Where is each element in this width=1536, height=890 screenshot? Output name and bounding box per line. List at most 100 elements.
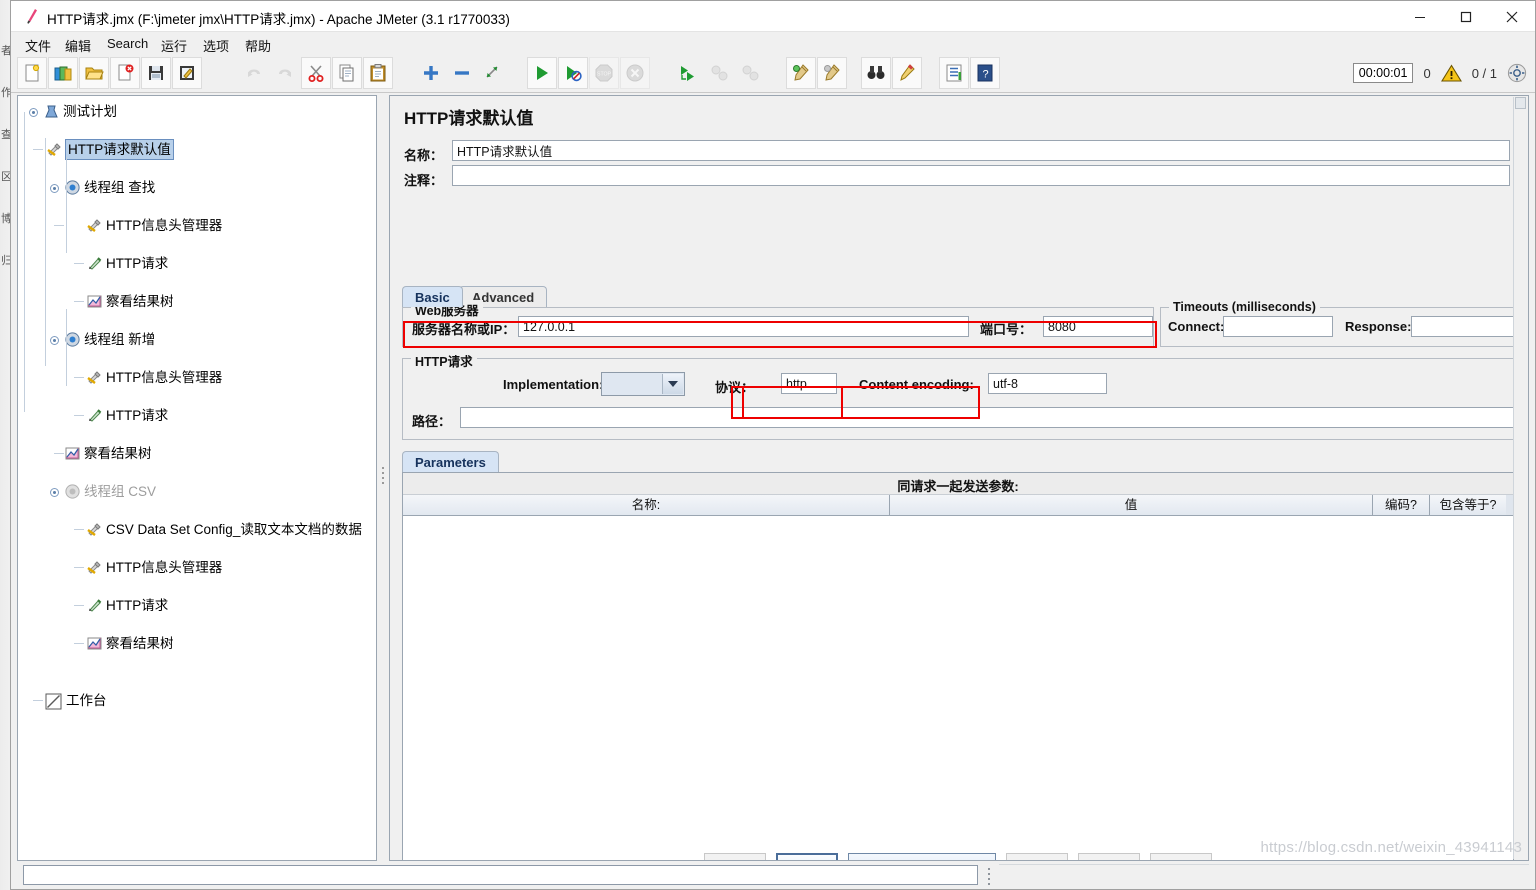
detail-button[interactable]: Detail <box>703 853 766 860</box>
menu-options[interactable]: 选项 <box>199 35 233 56</box>
remote-start-all-button[interactable] <box>673 57 703 89</box>
path-input[interactable] <box>460 407 1517 428</box>
response-label: Response: <box>1345 319 1412 334</box>
collapse-all-button[interactable] <box>447 57 477 89</box>
menu-edit[interactable]: 编辑 <box>61 35 95 56</box>
tree-node-label-disabled: 线程组 CSV <box>84 484 157 499</box>
content-encoding-input[interactable] <box>988 373 1107 394</box>
start-no-pauses-button[interactable] <box>558 57 588 89</box>
undo-button[interactable] <box>239 57 269 89</box>
listener-chart-icon <box>87 295 102 308</box>
tree-node-view-results-3[interactable]: 察看结果树 <box>26 634 376 653</box>
column-header-value[interactable]: 值 <box>890 495 1373 515</box>
server-input[interactable] <box>518 316 969 337</box>
add-from-clipboard-button[interactable]: Add from Clipboard <box>847 853 997 860</box>
close-button-tool[interactable] <box>110 57 140 89</box>
templates-button[interactable] <box>48 57 78 89</box>
tree-expander-test-plan[interactable] <box>29 108 38 117</box>
clear-all-button[interactable] <box>817 57 847 89</box>
bottom-text-field[interactable] <box>23 865 978 885</box>
tab-parameters[interactable]: Parameters <box>402 451 499 472</box>
templates-icon <box>54 66 72 81</box>
start-button[interactable] <box>527 57 557 89</box>
tree-node-test-plan[interactable]: 测试计划 <box>26 102 376 121</box>
tree-node-http-request-2[interactable]: HTTP请求 <box>26 406 376 425</box>
port-input[interactable] <box>1043 316 1153 337</box>
add-button[interactable]: 添加 <box>775 853 838 860</box>
tree-node-http-request-1[interactable]: HTTP请求 <box>26 254 376 273</box>
test-plan-icon <box>45 105 58 118</box>
bottom-grip[interactable] <box>983 865 994 885</box>
column-header-include-equals[interactable]: 包含等于? <box>1430 495 1506 515</box>
remote-shutdown-all-button[interactable] <box>735 57 765 89</box>
menu-file[interactable]: 文件 <box>21 35 55 56</box>
paste-button[interactable] <box>363 57 393 89</box>
clear-button[interactable] <box>786 57 816 89</box>
tree-expander-thread-group-search[interactable] <box>50 184 59 193</box>
split-pane-divider[interactable] <box>379 95 388 861</box>
close-button[interactable] <box>1489 1 1535 32</box>
down-button[interactable]: Down <box>1150 853 1213 860</box>
stop-button[interactable]: STOP <box>589 57 619 89</box>
copy-button[interactable] <box>332 57 362 89</box>
clear-broom-icon <box>793 64 809 81</box>
menu-help[interactable]: 帮助 <box>241 35 275 56</box>
remote-stop-all-button[interactable] <box>704 57 734 89</box>
tree-node-view-results-2[interactable]: 察看结果树 <box>26 444 376 463</box>
comment-input[interactable] <box>452 165 1510 186</box>
scrollbar-thumb[interactable] <box>1515 97 1526 109</box>
play-green-icon <box>537 66 548 80</box>
tree-expander-thread-group-csv[interactable] <box>50 488 59 497</box>
tree-node-workbench[interactable]: 工作台 <box>26 691 376 710</box>
name-input[interactable] <box>452 140 1510 161</box>
delete-button[interactable]: 删除 <box>1006 853 1069 860</box>
tree-node-thread-group-csv[interactable]: 线程组 CSV <box>26 482 376 501</box>
maximize-button[interactable] <box>1443 1 1489 32</box>
minimize-button[interactable] <box>1397 1 1443 32</box>
tree-expander-thread-group-add[interactable] <box>50 336 59 345</box>
tree-node-thread-group-add[interactable]: 线程组 新增 <box>26 330 376 349</box>
warning-triangle-icon[interactable] <box>1440 63 1462 83</box>
tab-basic[interactable]: Basic <box>402 286 463 307</box>
protocol-input[interactable] <box>781 373 837 394</box>
tree-node-view-results-1[interactable]: 察看结果树 <box>26 292 376 311</box>
menu-run[interactable]: 运行 <box>157 35 191 56</box>
help-button[interactable]: ? <box>970 57 1000 89</box>
parameters-table[interactable]: 同请求一起发送参数: 名称: 值 编码? 包含等于? Detail 添加 Add… <box>402 472 1514 860</box>
menu-search[interactable]: Search <box>103 35 152 52</box>
shutdown-button[interactable] <box>620 57 650 89</box>
test-plan-tree-pane[interactable]: 测试计划 HTTP请求默认值 线程组 查找 HTTP信息头管理器 HTTP请求 … <box>17 95 377 861</box>
up-button[interactable]: Up <box>1078 853 1141 860</box>
save-button[interactable] <box>141 57 171 89</box>
tree-node-header-manager-3[interactable]: HTTP信息头管理器 <box>26 558 376 577</box>
tree-node-http-defaults[interactable]: HTTP请求默认值 <box>26 139 376 160</box>
stop-sign-icon: STOP <box>595 64 613 82</box>
implementation-select[interactable] <box>601 372 685 396</box>
chevron-down-icon[interactable] <box>662 374 683 394</box>
toggle-button[interactable] <box>478 57 508 89</box>
tree-node-header-manager-2[interactable]: HTTP信息头管理器 <box>26 368 376 387</box>
redo-button[interactable] <box>270 57 300 89</box>
tree-node-thread-group-search[interactable]: 线程组 查找 <box>26 178 376 197</box>
expand-all-button[interactable] <box>416 57 446 89</box>
reset-search-button[interactable] <box>892 57 922 89</box>
comment-label: 注释： <box>404 173 444 188</box>
column-header-encode[interactable]: 编码? <box>1373 495 1430 515</box>
tree-node-csv-data-set-config[interactable]: CSV Data Set Config_读取文本文档的数据 <box>26 520 376 539</box>
editor-vertical-scrollbar[interactable] <box>1513 97 1527 859</box>
parameters-table-body[interactable] <box>403 516 1513 860</box>
open-button[interactable] <box>79 57 109 89</box>
tree-node-header-manager-1[interactable]: HTTP信息头管理器 <box>26 216 376 235</box>
tree-node-http-request-3[interactable]: HTTP请求 <box>26 596 376 615</box>
response-timeout-input[interactable] <box>1411 316 1521 337</box>
function-helper-button[interactable] <box>939 57 969 89</box>
column-header-name[interactable]: 名称: <box>403 495 890 515</box>
save-as-button[interactable] <box>172 57 202 89</box>
new-button[interactable] <box>17 57 47 89</box>
bottom-right-area <box>999 864 1529 885</box>
test-plan-tree[interactable]: 测试计划 HTTP请求默认值 线程组 查找 HTTP信息头管理器 HTTP请求 … <box>18 96 376 860</box>
cut-button[interactable] <box>301 57 331 89</box>
tree-node-label: HTTP信息头管理器 <box>106 370 223 385</box>
search-button[interactable] <box>861 57 891 89</box>
connect-timeout-input[interactable] <box>1223 316 1333 337</box>
